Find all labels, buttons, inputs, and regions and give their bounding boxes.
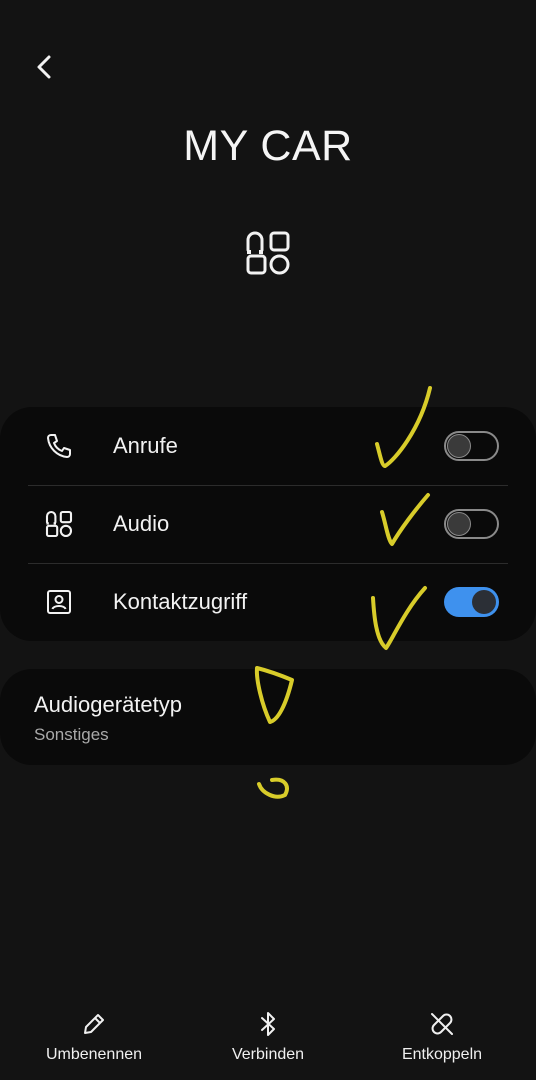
chevron-left-icon [37,55,51,79]
audio-device-icon [45,510,73,538]
bluetooth-device-type-icon [246,231,290,275]
setting-label: Kontaktzugriff [113,589,248,614]
connection-settings-card: Anrufe Audio Kontaktzugriff [0,407,536,641]
connect-label: Verbinden [231,1046,305,1063]
setting-label: Audio [113,511,170,536]
unlink-icon [431,1013,453,1035]
unpair-label: Entkoppeln [401,1046,483,1063]
calls-toggle[interactable] [444,431,499,461]
audio-toggle[interactable] [444,509,499,539]
phone-icon [47,434,71,458]
audio-device-type-item[interactable]: Audiogerätetyp Sonstiges [0,669,536,765]
pencil-icon [84,1014,104,1034]
page-title: MY CAR [183,122,353,170]
rename-button[interactable]: Umbenennen [24,1010,164,1064]
setting-row-calls[interactable]: Anrufe [0,407,536,485]
unpair-button[interactable]: Entkoppeln [372,1010,512,1064]
audio-device-type-title: Audiogerätetyp [34,692,182,717]
setting-row-audio[interactable]: Audio [0,485,536,563]
connect-button[interactable]: Verbinden [198,1010,338,1064]
setting-label: Anrufe [113,433,178,458]
back-button[interactable] [24,46,66,88]
bluetooth-icon [261,1012,275,1036]
rename-label: Umbenennen [45,1046,143,1063]
setting-row-contacts[interactable]: Kontaktzugriff [0,563,536,641]
bottom-action-bar: Umbenennen Verbinden Entkoppeln [0,1000,536,1080]
contact-card-icon [47,590,71,614]
contacts-toggle[interactable] [444,587,499,617]
audio-device-type-value: Sonstiges [34,725,109,744]
